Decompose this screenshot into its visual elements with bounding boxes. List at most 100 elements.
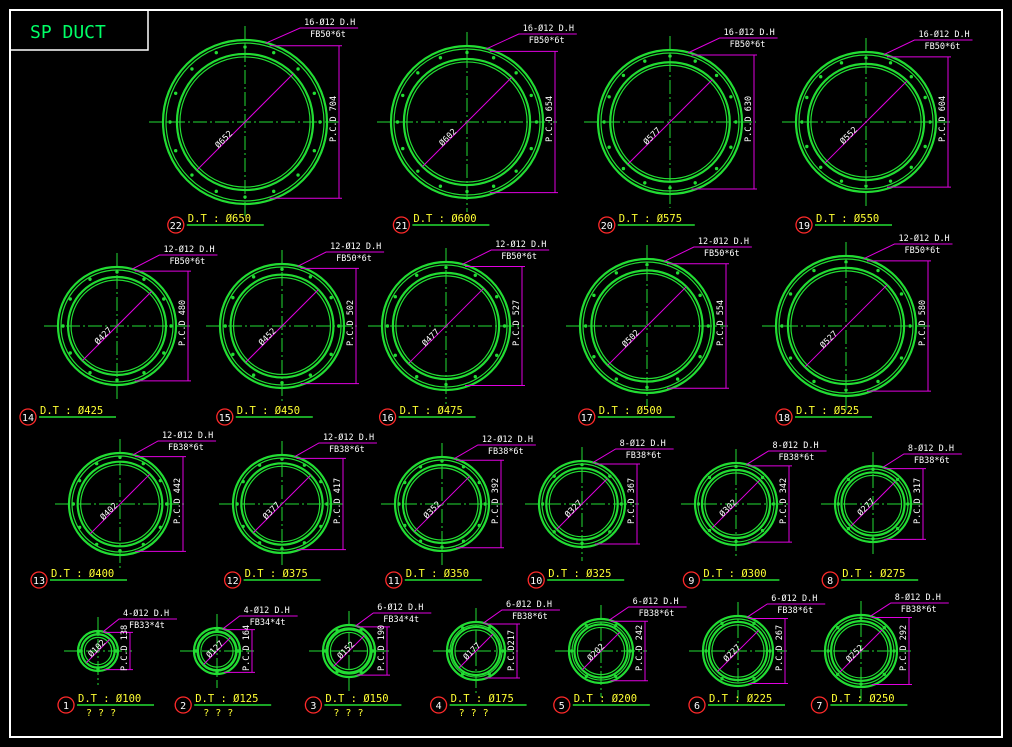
bolt-hole [61, 324, 65, 328]
bolt-hole [173, 149, 178, 153]
hole-spec-label: 16-Ø12 D.H [523, 23, 574, 34]
inner-diameter-label: Ø377 [261, 500, 283, 522]
bolt-hole [280, 547, 284, 551]
bolt-hole [329, 295, 333, 300]
index-number: 22 [170, 221, 182, 232]
bolt-hole [760, 528, 765, 533]
flange-19: Ø552 16-Ø12 D.H FB50*6t P.C.D 604 19 D.T : Ø5… [782, 29, 973, 234]
duct-size-label: D.T : Ø475 [400, 405, 463, 417]
flat-bar-spec-label: FB50*6t [529, 36, 565, 46]
bolt-hole [613, 623, 618, 628]
flat-bar-spec-label: FB33*4t [129, 621, 165, 631]
hole-spec-label: 8-Ø12 D.H [620, 438, 666, 449]
bolt-hole [68, 297, 72, 301]
flange-20: Ø577 16-Ø12 D.H FB50*6t P.C.D 630 20 D.T : Ø5… [584, 27, 778, 234]
duct-size-label: D.T : Ø350 [406, 568, 469, 580]
bolt-hole [118, 455, 122, 460]
pcd-label: P.C.D 392 [491, 478, 501, 524]
bolt-hole [447, 649, 452, 653]
hole-spec-label: 16-Ø12 D.H [304, 17, 355, 28]
bolt-hole [440, 459, 444, 463]
index-number: 21 [395, 221, 407, 232]
bolt-hole [895, 526, 900, 531]
flat-bar-spec-label: FB38*6t [488, 447, 524, 457]
bolt-hole [698, 354, 702, 359]
bolt-hole [272, 50, 276, 55]
bolt-hole [325, 502, 329, 506]
pcd-label: P.C.D 367 [627, 478, 637, 524]
duct-size-label: D.T : Ø525 [796, 405, 859, 417]
bolt-hole [461, 672, 465, 676]
hole-spec-label: 12-Ø12 D.H [899, 233, 950, 244]
bolt-hole [844, 260, 848, 264]
bolt-hole [788, 292, 793, 296]
bolt-hole [607, 145, 611, 149]
flange-18: Ø527 12-Ø12 D.H FB50*6t P.C.D 580 18 D.T : Ø5… [762, 233, 953, 426]
flat-bar-spec-label: FB38*6t [639, 609, 675, 619]
hole-spec-label: 12-Ø12 D.H [323, 432, 374, 443]
bolt-hole [115, 270, 119, 274]
unknown-quantity-label: ? ? ? [203, 708, 233, 719]
bolt-hole [168, 120, 172, 124]
hole-spec-label: 6-Ø12 D.H [771, 593, 817, 604]
hole-spec-label: 12-Ø12 D.H [482, 434, 533, 445]
bolt-hole [836, 672, 840, 676]
bolt-hole [714, 166, 719, 171]
bolt-hole [415, 375, 419, 379]
bolt-hole [800, 120, 804, 124]
bolt-hole [876, 379, 880, 384]
pcd-label: P.C.D 704 [329, 96, 339, 142]
bolt-hole [928, 120, 932, 124]
bolt-hole [465, 189, 469, 194]
bolt-hole [359, 669, 363, 674]
bolt-hole [96, 631, 100, 635]
bolt-hole [805, 144, 809, 149]
flange-9: Ø3028-Ø12 D.HFB38*6tP.C.D 3429D.T : Ø300 [681, 440, 827, 589]
bolt-hole [335, 628, 339, 633]
hole-spec-label: 8-Ø12 D.H [773, 440, 819, 451]
unknown-quantity-label: ? ? ? [86, 708, 116, 719]
bolt-hole [444, 382, 448, 387]
bolt-hole [68, 351, 72, 355]
bolt-hole [500, 649, 505, 653]
bolt-hole [323, 649, 327, 653]
pcd-label: P.C.D 417 [333, 478, 343, 524]
bolt-hole [720, 677, 724, 681]
flange-6: Ø227 6-Ø12 D.H FB38*6t P.C.D 267 6 D.T : Ø225 [688, 593, 826, 714]
bolt-hole [94, 542, 99, 547]
bolt-hole [864, 184, 868, 188]
bolt-hole [846, 477, 851, 482]
bolt-hole [215, 628, 219, 632]
bolt-hole [416, 169, 420, 173]
inner-diameter-label: Ø602 [437, 126, 459, 148]
duct-size-label: D.T : Ø125 [195, 693, 258, 705]
pcd-label: P.C.D 342 [779, 478, 789, 524]
index-number: 1 [63, 701, 69, 712]
bolt-hole [888, 61, 893, 65]
bolt-hole [514, 71, 518, 75]
bolt-hole [584, 623, 589, 628]
bolt-hole [77, 525, 82, 530]
drawing-canvas: SP DUCT Ø65216-Ø12 D.HFB50*6tP.C.D 70422… [9, 9, 1003, 738]
bolt-hole [329, 352, 333, 357]
bolt-hole [416, 71, 420, 75]
bolt-hole [215, 670, 219, 674]
pcd-label: P.C.D 292 [899, 625, 909, 671]
flange-17: Ø502 12-Ø12 D.H FB50*6t P.C.D 554 17 D.T : Ø5… [566, 236, 752, 426]
bolt-hole [444, 265, 448, 270]
index-number: 16 [382, 413, 394, 424]
bolt-hole [909, 75, 913, 79]
bolt-hole [892, 649, 896, 653]
bolt-hole [882, 672, 886, 676]
bolt-hole [71, 502, 76, 506]
pcd-label: P.C.D 630 [744, 96, 754, 142]
hole-spec-label: 12-Ø12 D.H [163, 244, 214, 255]
hole-spec-label: 4-Ø12 D.H [244, 605, 290, 616]
inner-diameter-label: Ø327 [562, 498, 584, 520]
index-number: 18 [778, 413, 790, 424]
bolt-hole [335, 669, 339, 674]
bolt-hole [729, 95, 733, 99]
diameter-dimension-line [414, 476, 470, 532]
inner-diameter-label: Ø227 [721, 642, 743, 664]
flat-bar-spec-label: FB38*6t [901, 605, 937, 615]
